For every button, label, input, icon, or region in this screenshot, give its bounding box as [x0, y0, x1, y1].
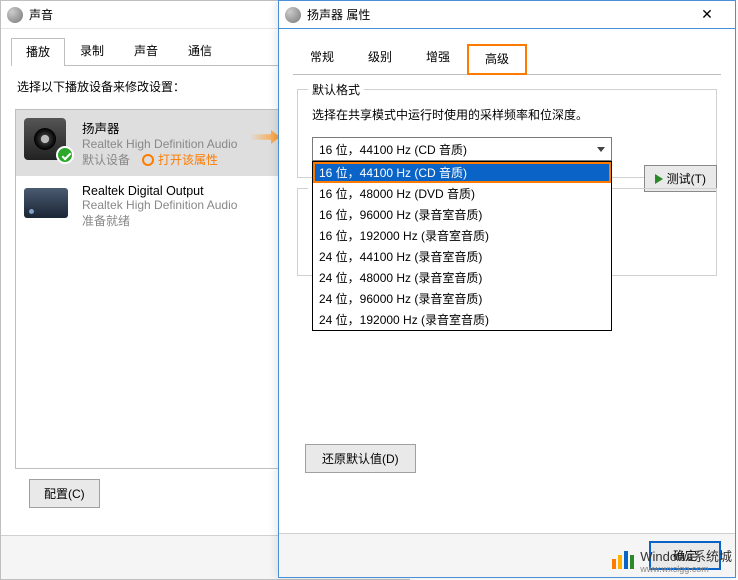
default-format-desc: 选择在共享模式中运行时使用的采样频率和位深度。 — [312, 106, 702, 123]
format-option[interactable]: 16 位，96000 Hz (录音室音质) — [313, 204, 611, 225]
tab-enhance[interactable]: 增强 — [409, 43, 467, 74]
ring-icon — [142, 154, 154, 166]
sound-title: 声音 — [29, 6, 53, 23]
speaker-icon — [24, 118, 72, 162]
format-combobox[interactable]: 16 位，44100 Hz (CD 音质) — [312, 137, 612, 161]
tab-general[interactable]: 常规 — [293, 43, 351, 74]
speaker-props-icon — [285, 7, 301, 23]
configure-button[interactable]: 配置(C) — [29, 479, 100, 508]
format-option[interactable]: 24 位，48000 Hz (录音室音质) — [313, 267, 611, 288]
device-status: 默认设备 — [82, 151, 130, 168]
format-dropdown[interactable]: 16 位，44100 Hz (CD 音质) 16 位，48000 Hz (DVD… — [312, 161, 612, 331]
watermark-brand: Windows系统城 — [640, 549, 732, 564]
props-titlebar[interactable]: 扬声器 属性 ✕ — [279, 1, 735, 29]
watermark-url: www.wxclgg.com — [640, 565, 732, 574]
format-option[interactable]: 16 位，44100 Hz (CD 音质) — [313, 162, 611, 183]
format-option[interactable]: 24 位，96000 Hz (录音室音质) — [313, 288, 611, 309]
format-option[interactable]: 16 位，48000 Hz (DVD 音质) — [313, 183, 611, 204]
check-icon — [56, 146, 74, 164]
device-text: Realtek Digital Output Realtek High Defi… — [82, 184, 237, 229]
default-format-legend: 默认格式 — [308, 81, 364, 98]
format-combo-wrap: 16 位，44100 Hz (CD 音质) 16 位，44100 Hz (CD … — [312, 137, 612, 161]
device-sub: Realtek High Definition Audio — [82, 137, 237, 151]
props-title: 扬声器 属性 — [307, 6, 370, 23]
restore-defaults-button[interactable]: 还原默认值(D) — [305, 444, 416, 473]
device-name: 扬声器 — [82, 118, 237, 137]
tab-recording[interactable]: 录制 — [65, 37, 119, 65]
device-text: 扬声器 Realtek High Definition Audio 默认设备 打… — [82, 118, 237, 168]
tab-comm[interactable]: 通信 — [173, 37, 227, 65]
play-icon — [655, 174, 663, 184]
close-button[interactable]: ✕ — [685, 1, 729, 29]
tab-sounds[interactable]: 声音 — [119, 37, 173, 65]
format-option[interactable]: 24 位，44100 Hz (录音室音质) — [313, 246, 611, 267]
speaker-properties-window: 扬声器 属性 ✕ 常规 级别 增强 高级 默认格式 选择在共享模式中运行时使用的… — [278, 0, 736, 578]
props-tabbar: 常规 级别 增强 高级 — [279, 29, 735, 74]
watermark-logo-icon — [612, 551, 636, 569]
digital-icon — [24, 184, 72, 228]
chevron-down-icon — [597, 147, 605, 152]
device-name: Realtek Digital Output — [82, 184, 237, 198]
device-status: 准备就绪 — [82, 212, 237, 229]
tab-advanced[interactable]: 高级 — [467, 44, 527, 75]
callout-open-props: 打开该属性 — [142, 151, 218, 168]
close-icon: ✕ — [701, 6, 713, 23]
sound-icon — [7, 7, 23, 23]
format-combo-value: 16 位，44100 Hz (CD 音质) — [319, 141, 467, 158]
format-option[interactable]: 24 位，192000 Hz (录音室音质) — [313, 309, 611, 330]
watermark: Windows系统城 www.wxclgg.com — [612, 546, 732, 574]
tab-levels[interactable]: 级别 — [351, 43, 409, 74]
format-option[interactable]: 16 位，192000 Hz (录音室音质) — [313, 225, 611, 246]
device-sub: Realtek High Definition Audio — [82, 198, 237, 212]
tab-playback[interactable]: 播放 — [11, 38, 65, 66]
